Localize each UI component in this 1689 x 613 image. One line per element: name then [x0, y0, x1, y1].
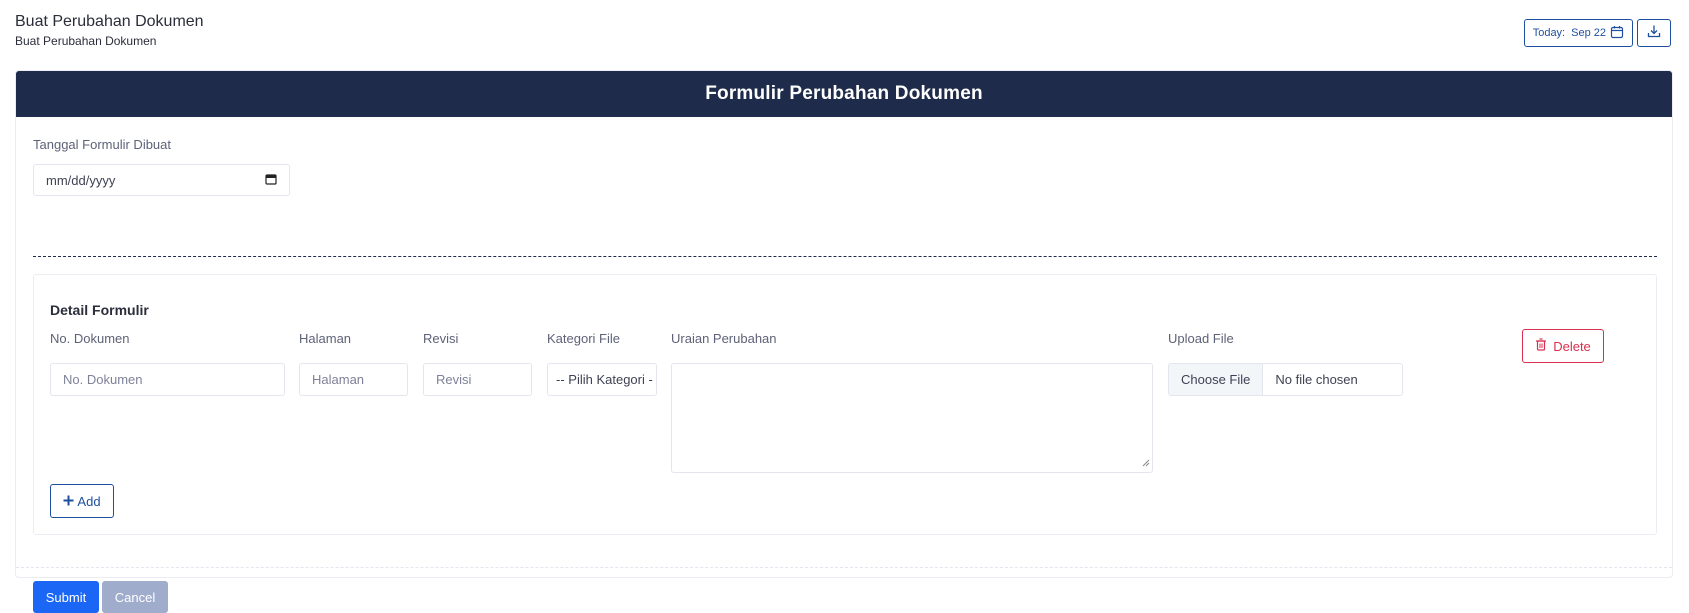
no-dokumen-group: No. Dokumen No. Dokumen	[50, 331, 285, 396]
plus-icon	[63, 494, 74, 509]
date-input[interactable]: mm/dd/yyyy	[33, 164, 290, 196]
upload-group: Upload File Choose File No file chosen	[1168, 331, 1403, 396]
no-dokumen-label: No. Dokumen	[50, 331, 130, 346]
trash-icon	[1535, 338, 1547, 354]
page-title: Buat Perubahan Dokumen	[15, 13, 204, 30]
uraian-label: Uraian Perubahan	[671, 331, 777, 346]
delete-label: Delete	[1553, 338, 1591, 354]
halaman-label: Halaman	[299, 331, 352, 346]
date-placeholder: mm/dd/yyyy	[46, 172, 116, 188]
cancel-button[interactable]: Cancel	[102, 581, 168, 613]
kategori-group: Kategori File -- Pilih Kategori -	[547, 331, 657, 396]
uraian-group: Uraian Perubahan	[671, 331, 1153, 473]
today-date: Sep 22	[1571, 27, 1606, 39]
add-label: Add	[77, 493, 101, 509]
form-card: Formulir Perubahan Dokumen Tanggal Formu…	[15, 70, 1673, 613]
revisi-label: Revisi	[423, 331, 459, 346]
resize-grip-icon[interactable]	[1142, 455, 1150, 470]
file-input[interactable]: Choose File No file chosen	[1168, 363, 1403, 396]
choose-file-button[interactable]: Choose File	[1169, 364, 1264, 395]
add-row-button[interactable]: Add	[50, 484, 114, 518]
uraian-textarea[interactable]	[671, 363, 1153, 473]
header-actions: Today: Sep 22	[1523, 19, 1671, 47]
footer-divider	[16, 567, 1672, 568]
calendar-icon	[1610, 25, 1624, 42]
halaman-input[interactable]: Halaman	[299, 363, 408, 396]
detail-section: Detail Formulir No. Dokumen No. Dokumen …	[33, 274, 1657, 535]
breadcrumb: Buat Perubahan Dokumen	[15, 34, 157, 48]
detail-title: Detail Formulir	[50, 302, 149, 318]
form-heading: Formulir Perubahan Dokumen	[16, 71, 1672, 117]
halaman-group: Halaman Halaman	[299, 331, 408, 396]
revisi-group: Revisi Revisi	[423, 331, 532, 396]
today-date-button[interactable]: Today: Sep 22	[1523, 19, 1633, 47]
delete-row-button[interactable]: Delete	[1522, 329, 1604, 363]
calendar-icon[interactable]	[265, 173, 277, 188]
no-dokumen-input[interactable]: No. Dokumen	[50, 363, 285, 396]
kategori-label: Kategori File	[547, 331, 620, 346]
today-label: Today:	[1532, 27, 1566, 39]
download-icon	[1647, 24, 1661, 43]
kategori-select[interactable]: -- Pilih Kategori -	[547, 363, 657, 396]
revisi-input[interactable]: Revisi	[423, 363, 532, 396]
file-status: No file chosen	[1275, 372, 1358, 387]
upload-label: Upload File	[1168, 331, 1234, 346]
date-group: Tanggal Formulir Dibuat mm/dd/yyyy	[33, 137, 290, 196]
section-divider	[33, 256, 1657, 257]
download-button[interactable]	[1637, 19, 1671, 47]
page-header: Buat Perubahan Dokumen Buat Perubahan Do…	[15, 12, 204, 48]
submit-button[interactable]: Submit	[33, 581, 99, 613]
date-label: Tanggal Formulir Dibuat	[33, 137, 172, 152]
